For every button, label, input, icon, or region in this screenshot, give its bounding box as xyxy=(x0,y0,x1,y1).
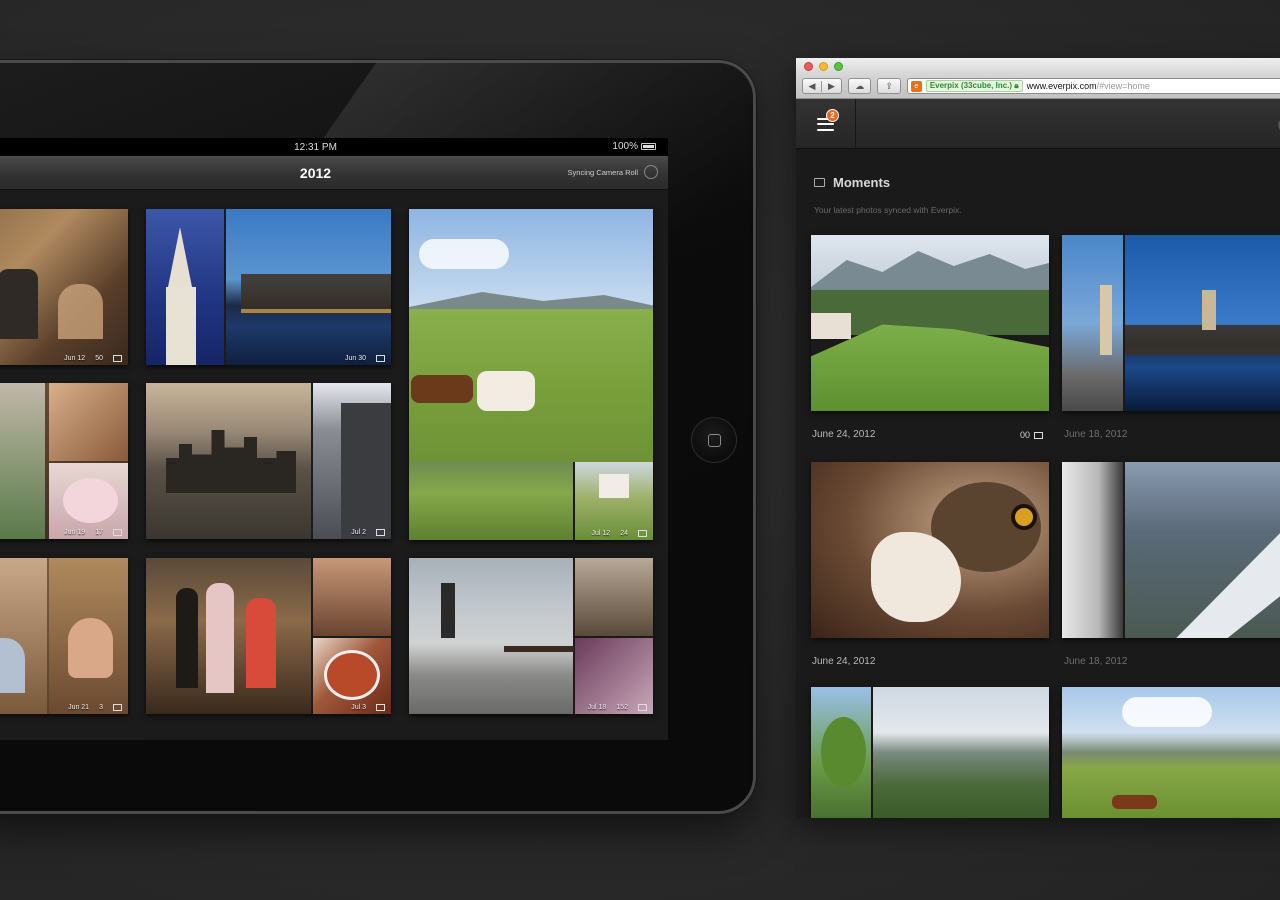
tile-meta: Jun 30 xyxy=(345,355,385,362)
ipad-screen: 12:31 PM 100% 2012 Syncing Camera Roll J… xyxy=(0,138,668,740)
stack-icon xyxy=(376,355,385,362)
tile-date: Jun 12 xyxy=(64,355,86,362)
cloud-icon: ☁ xyxy=(855,80,865,91)
photo-tile[interactable]: Jun 19 17 xyxy=(0,383,128,539)
minimize-button[interactable] xyxy=(819,61,828,71)
browser-window: Ev ◀ ▶ ☁ ⇪ e Everpix (33cube, Inc.) 🔒︎ w… xyxy=(796,58,1280,818)
photo-tile[interactable]: Jun 30 xyxy=(146,209,391,365)
lock-icon: 🔒︎ xyxy=(1014,81,1019,90)
photo-tile[interactable]: Jul 18 152 xyxy=(409,558,653,714)
photo-tile[interactable]: Jul 2 xyxy=(146,383,391,539)
card-date: June 18, 2012 xyxy=(1064,656,1128,667)
moments-icon xyxy=(814,178,825,187)
tile-count: 24 xyxy=(620,530,628,537)
moment-card[interactable] xyxy=(811,462,1049,638)
photo-tile[interactable]: Jul 12 24 xyxy=(409,209,653,540)
stack-icon xyxy=(113,355,122,362)
forward-icon[interactable]: ▶ xyxy=(822,81,841,92)
card-count-value: 00 xyxy=(1020,430,1031,440)
nav-title: 2012 xyxy=(299,164,332,181)
card-date: June 24, 2012 xyxy=(812,656,876,667)
tile-meta: Jun 21 3 xyxy=(68,704,122,711)
status-bar: 12:31 PM 100% xyxy=(0,138,668,156)
moment-card[interactable] xyxy=(1062,687,1280,818)
stack-icon xyxy=(638,530,647,537)
ev-certificate-badge[interactable]: Everpix (33cube, Inc.) 🔒︎ xyxy=(925,80,1023,92)
status-time: 12:31 PM xyxy=(294,141,337,153)
tile-meta: Jun 12 50 xyxy=(64,355,122,362)
tile-meta: Jun 19 17 xyxy=(64,529,122,536)
home-button[interactable] xyxy=(691,417,737,463)
ipad-device: 12:31 PM 100% 2012 Syncing Camera Roll J… xyxy=(0,60,756,814)
nav-buttons: ◀ ▶ xyxy=(802,78,842,94)
stack-icon xyxy=(638,704,647,711)
tile-date: Jun 21 xyxy=(68,704,90,711)
stack-icon xyxy=(1034,431,1044,439)
menu-button[interactable]: 2 xyxy=(796,99,856,149)
cloud-button[interactable]: ☁ xyxy=(848,78,872,94)
tile-date: Jul 18 xyxy=(587,704,607,711)
tile-date: Jul 3 xyxy=(351,704,366,711)
moment-card[interactable] xyxy=(811,687,1049,818)
tile-date: Jun 30 xyxy=(344,355,366,362)
moment-card[interactable] xyxy=(811,235,1049,411)
tile-date: Jul 12 xyxy=(591,530,611,537)
card-date: June 18, 2012 xyxy=(1064,429,1128,440)
photo-tile[interactable]: Jun 21 3 xyxy=(0,558,128,714)
zoom-button[interactable] xyxy=(834,61,843,71)
card-date: June 24, 2012 xyxy=(812,429,876,440)
tile-date: Jul 2 xyxy=(351,529,366,536)
moment-card[interactable] xyxy=(1062,462,1280,638)
notification-badge: 2 xyxy=(826,109,839,122)
url-host: www.everpix.com xyxy=(1026,81,1097,91)
photo-tile[interactable]: Jun 12 50 xyxy=(0,209,128,365)
battery-icon xyxy=(641,143,656,150)
everpix-favicon: e xyxy=(910,80,922,92)
home-button-icon xyxy=(707,433,721,447)
url-path: /#view=home xyxy=(1096,81,1150,91)
stack-icon xyxy=(113,529,122,536)
stack-icon xyxy=(113,704,122,711)
browser-toolbar: ◀ ▶ ☁ ⇪ e Everpix (33cube, Inc.) 🔒︎ www.… xyxy=(796,74,1280,99)
sync-status: Syncing Camera Roll xyxy=(568,165,658,179)
stack-icon xyxy=(376,704,385,711)
spinner-icon xyxy=(644,165,658,179)
tile-count: 152 xyxy=(616,704,628,711)
photo-tile[interactable]: Jul 3 xyxy=(146,558,391,714)
window-controls xyxy=(804,61,843,71)
app-header: 2 ev xyxy=(796,99,1280,149)
back-icon[interactable]: ◀ xyxy=(803,80,823,92)
address-bar[interactable]: e Everpix (33cube, Inc.) 🔒︎ www.everpix.… xyxy=(906,78,1280,94)
tile-meta: Jul 18 152 xyxy=(588,704,647,711)
section-subtitle: Your latest photos synced with Everpix. xyxy=(814,205,962,215)
tile-meta: Jul 2 xyxy=(351,529,385,536)
battery-percent: 100% xyxy=(612,141,638,152)
nav-bar: 2012 Syncing Camera Roll xyxy=(0,156,668,190)
tile-count: 3 xyxy=(99,704,103,711)
sync-label: Syncing Camera Roll xyxy=(567,167,638,177)
card-count: 00 xyxy=(1020,430,1044,440)
title-bar: Ev xyxy=(796,58,1280,74)
tile-date: Jun 19 xyxy=(64,529,86,536)
tile-meta: Jul 12 24 xyxy=(592,530,647,537)
battery-indicator: 100% xyxy=(612,141,656,152)
share-button[interactable]: ⇪ xyxy=(877,78,901,94)
section-header: Moments xyxy=(814,175,890,190)
moment-card[interactable] xyxy=(1062,235,1280,411)
share-icon: ⇪ xyxy=(885,80,893,91)
section-title: Moments xyxy=(833,175,891,190)
tile-count: 17 xyxy=(95,529,103,536)
stack-icon xyxy=(376,529,385,536)
close-button[interactable] xyxy=(804,61,813,71)
tile-count: 50 xyxy=(95,355,103,362)
tile-meta: Jul 3 xyxy=(351,704,385,711)
ev-certificate-label: Everpix (33cube, Inc.) xyxy=(929,81,1013,90)
